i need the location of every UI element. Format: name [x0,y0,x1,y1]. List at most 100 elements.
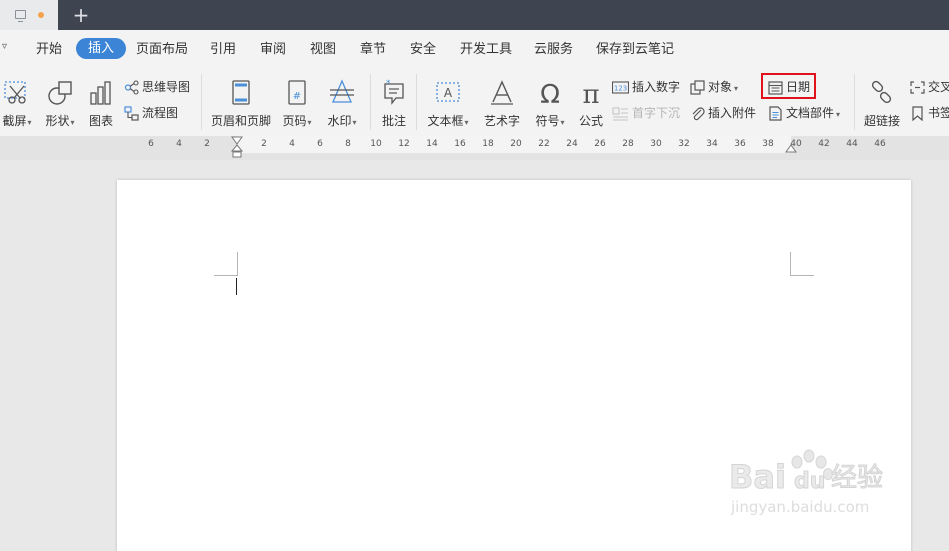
shapes-button[interactable]: 形状▾ [42,78,78,130]
tab-references[interactable]: 引用 [210,40,236,60]
page-number-label: 页码 [282,114,307,128]
collapse-ribbon-icon[interactable]: ▿ [2,41,7,52]
indent-marker-handle[interactable] [230,136,244,160]
pi-icon: π [582,80,599,108]
symbol-button[interactable]: Ω 符号▾ [532,78,568,130]
ribbon-divider [201,74,202,130]
page-number-icon: # [288,80,306,105]
doc-parts-button[interactable]: 文档部件 ▾ [768,103,840,123]
watermark-button[interactable]: 水印▾ [324,78,360,130]
ruler-label: 8 [345,139,351,149]
hyperlink-button[interactable]: 超链接 [862,78,902,128]
horizontal-ruler: 6 4 2 2 4 6 8 10 12 14 16 18 20 22 24 26… [0,136,949,160]
mindmap-label: 思维导图 [142,80,191,94]
tab-review[interactable]: 审阅 [260,40,286,60]
tab-insert[interactable]: 插入 [76,38,127,59]
paperclip-icon [692,107,705,121]
watermark-brand-a: Bai [729,458,786,496]
header-footer-button[interactable]: 页眉和页脚 [209,78,273,128]
unsaved-dot [38,12,44,18]
attachment-label: 插入附件 [708,106,757,120]
insert-number-button[interactable]: 123 插入数字 [612,77,680,97]
ruler-label: 6 [317,139,323,149]
bookmark-icon [912,106,923,121]
svg-text:π: π [582,80,599,108]
page-number-button[interactable]: # 页码▾ [280,78,314,130]
object-button[interactable]: 对象 ▾ [690,77,738,97]
ruler-label: 26 [594,139,606,149]
flowchart-label: 流程图 [142,106,179,120]
screenshot-button[interactable]: 截屏▾ [0,78,34,130]
tab-security[interactable]: 安全 [410,40,436,60]
menu-bar: ▿ 开始 插入 页面布局 引用 审阅 视图 章节 安全 开发工具 云服务 保存到… [0,30,949,68]
tab-save-to-cloud-notes[interactable]: 保存到云笔记 [596,40,674,60]
hyperlink-label: 超链接 [863,114,900,128]
cross-reference-button[interactable]: 交叉 [910,77,949,97]
tab-page-layout[interactable]: 页面布局 [136,40,188,60]
textbox-icon: A [436,82,460,102]
flowchart-icon [124,106,139,121]
document-tab[interactable] [0,0,58,30]
shapes-icon [48,81,72,105]
document-canvas: Bai du 经验 jingyan.baidu.com [0,160,949,551]
document-icon [15,10,26,22]
number-icon: 123 [612,81,629,94]
tab-developer[interactable]: 开发工具 [460,40,512,60]
textbox-label: 文本框 [427,114,464,128]
ruler-label: 2 [204,139,210,149]
drop-cap-label: 首字下沉 [632,106,681,120]
doc-parts-icon [769,106,782,121]
svg-text:123: 123 [614,85,627,93]
flowchart-button[interactable]: 流程图 [124,103,178,123]
wordart-label: 艺术字 [483,114,520,128]
bookmark-button[interactable]: 书签 [910,103,949,123]
ruler-label: 2 [261,139,267,149]
mindmap-button[interactable]: 思维导图 [124,77,190,97]
cross-reference-label: 交叉 [928,80,949,94]
right-indent-marker-handle[interactable] [785,142,797,154]
ruler-label: 36 [734,139,746,149]
ruler-label: 22 [538,139,550,149]
wordart-icon [491,80,513,105]
wordart-button[interactable]: 艺术字 [482,78,522,128]
chart-label: 图表 [88,114,113,128]
insert-number-label: 插入数字 [632,80,681,94]
ruler-label: 6 [148,139,154,149]
ribbon-divider [416,74,417,130]
svg-text:#: # [293,91,301,102]
watermark-icon [330,79,354,103]
omega-icon: Ω [540,80,560,108]
ruler-label: 30 [650,139,662,149]
textbox-button[interactable]: A 文本框▾ [424,78,472,130]
chart-button[interactable]: 图表 [86,78,116,128]
bookmark-label: 书签 [928,106,949,120]
watermark-brand-b: du [794,469,825,494]
tab-section[interactable]: 章节 [360,40,386,60]
ruler-label: 32 [678,139,690,149]
cross-reference-icon [910,81,925,94]
new-tab-button[interactable]: + [72,4,90,26]
header-footer-label: 页眉和页脚 [210,114,271,128]
object-label: 对象 [708,80,733,94]
svg-text:A: A [444,86,453,100]
ruler-label: 38 [762,139,774,149]
ruler-label: 46 [874,139,886,149]
object-icon [690,80,705,95]
ruler-label: 44 [846,139,858,149]
shapes-label: 形状 [45,114,70,128]
ruler-label: 14 [426,139,438,149]
tab-cloud-services[interactable]: 云服务 [534,40,573,60]
ruler-label: 16 [454,139,466,149]
baidu-jingyan-watermark: Bai du 经验 jingyan.baidu.com [729,449,884,516]
scissors-icon [4,81,26,104]
tab-home[interactable]: 开始 [36,40,62,60]
ribbon-divider [854,74,855,130]
formula-button[interactable]: π 公式 [576,78,606,128]
ruler-label: 28 [622,139,634,149]
comment-button[interactable]: * 批注 [378,78,410,128]
attachment-button[interactable]: 插入附件 [690,103,756,123]
formula-label: 公式 [578,114,603,128]
tab-view[interactable]: 视图 [310,40,336,60]
watermark-url: jingyan.baidu.com [730,498,869,516]
drop-cap-button: 首字下沉 [612,103,680,123]
